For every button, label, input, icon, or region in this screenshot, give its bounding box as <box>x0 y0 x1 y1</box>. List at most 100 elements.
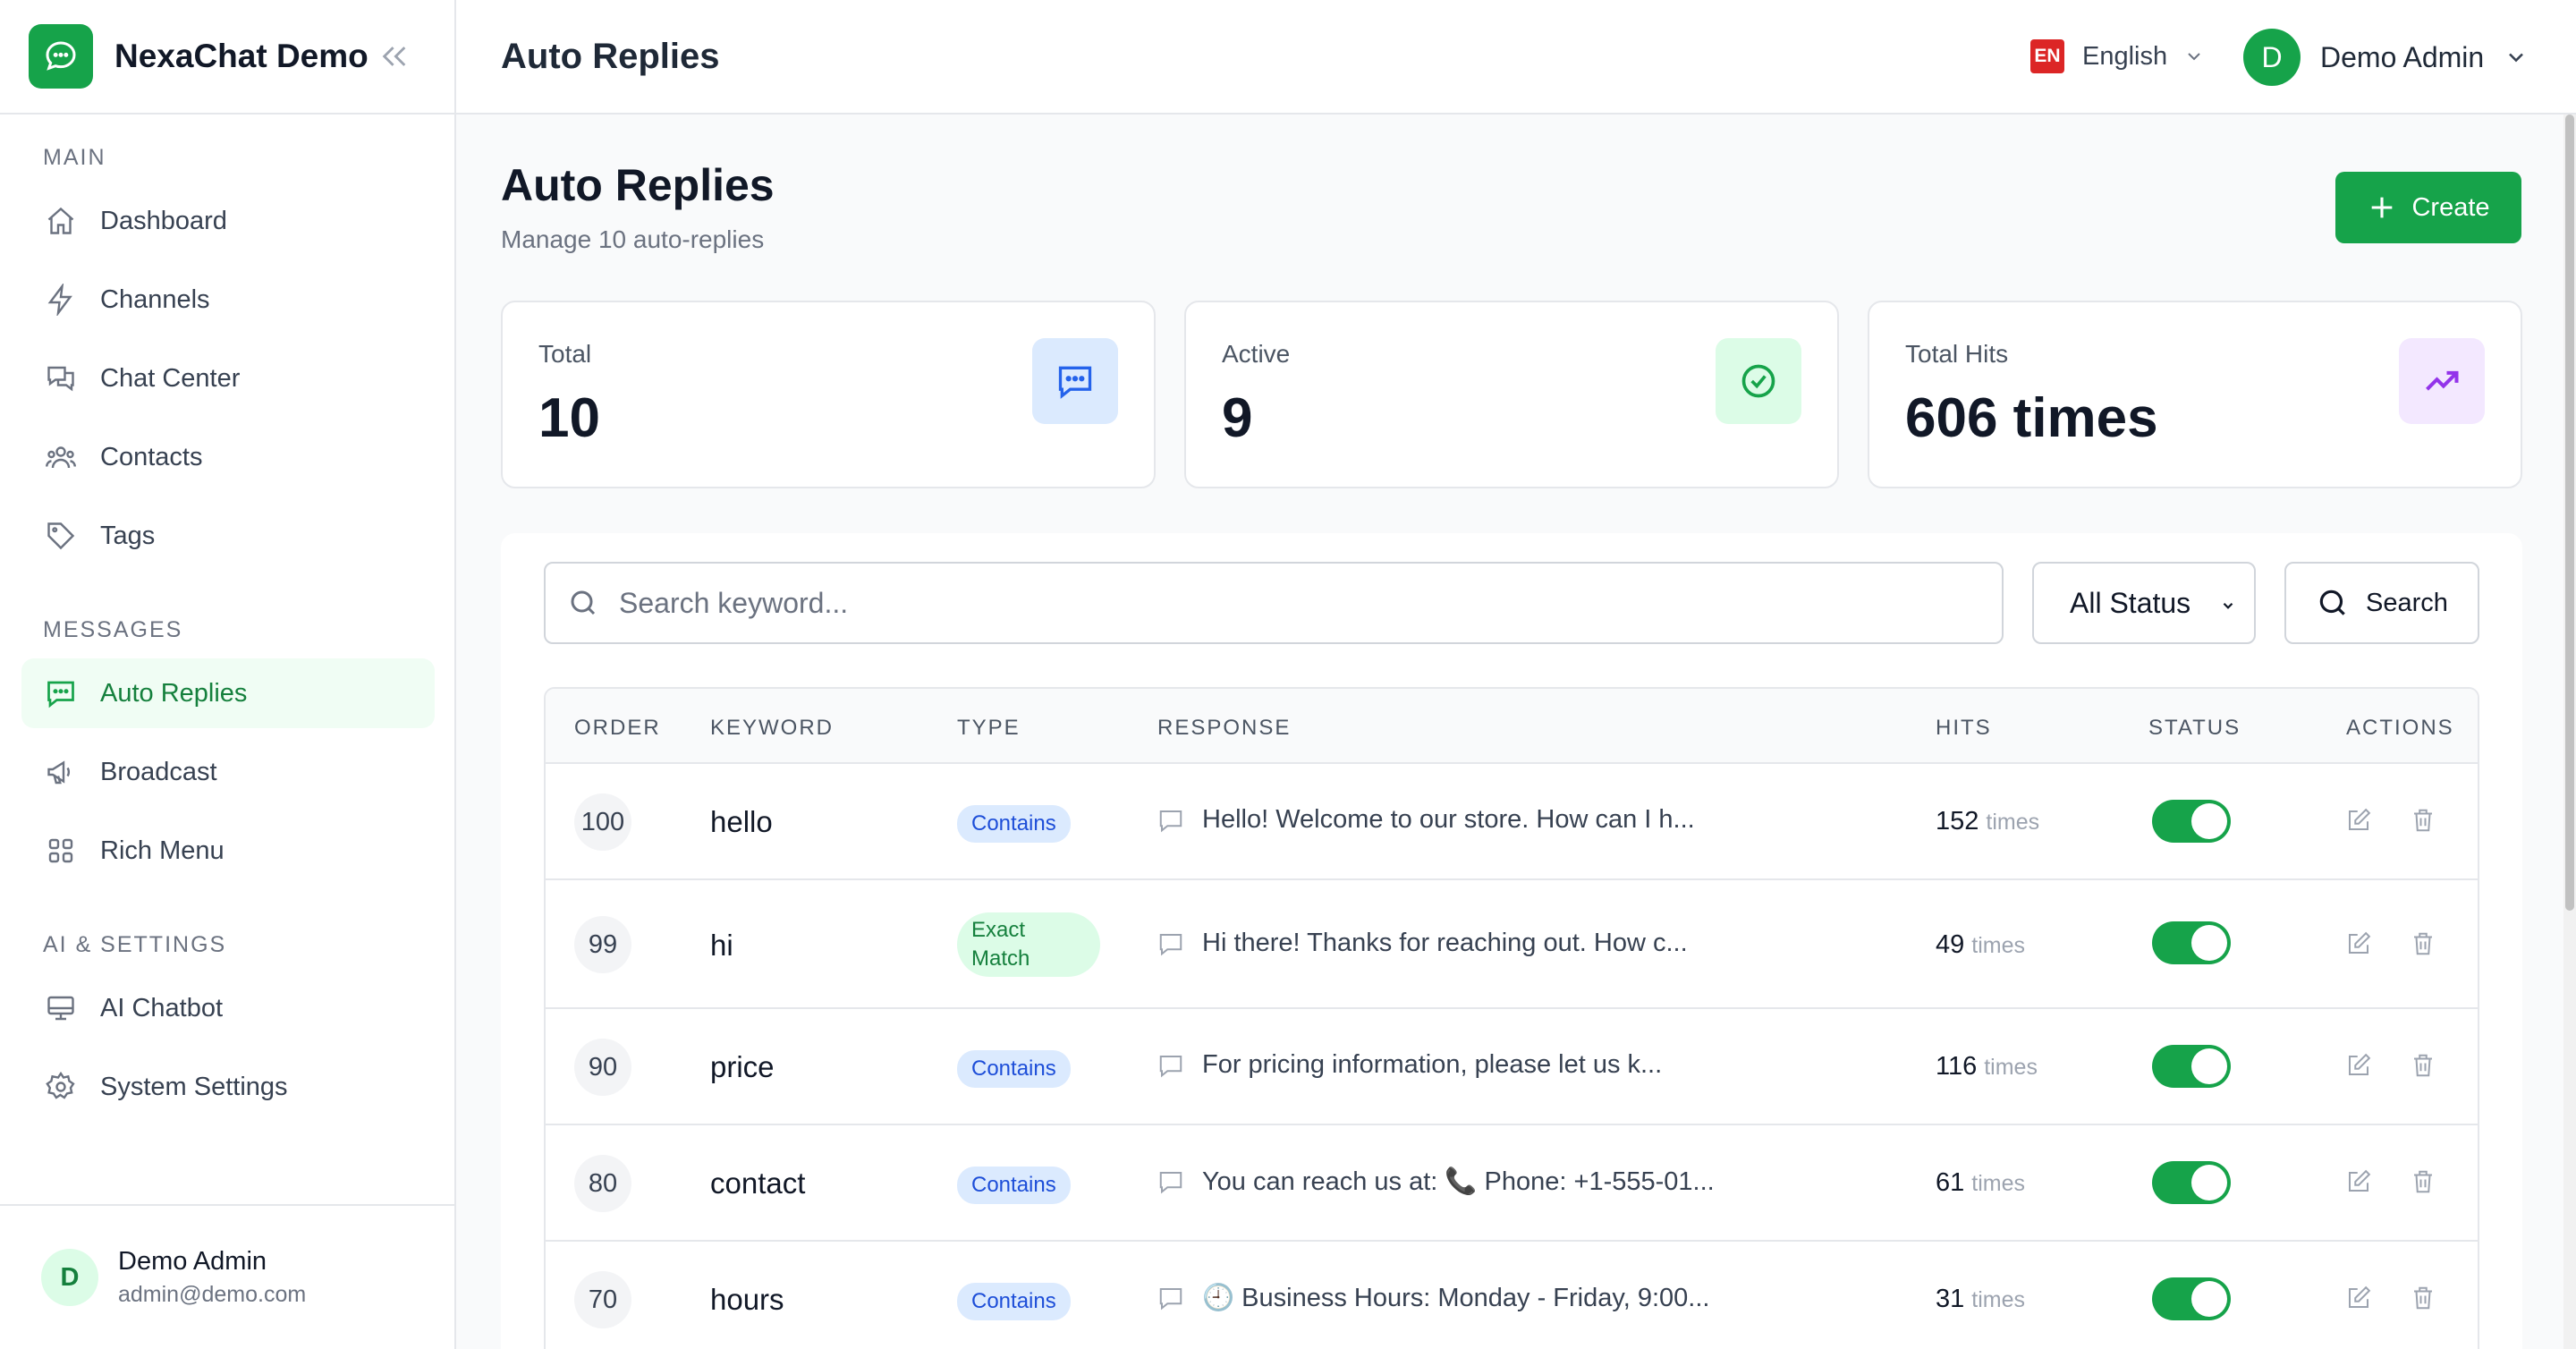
order-badge: 100 <box>574 793 631 851</box>
message-icon <box>1157 807 1184 834</box>
edit-icon[interactable] <box>2345 930 2372 957</box>
status-toggle[interactable] <box>2152 800 2231 843</box>
top-header: Auto Replies EN English D Demo Admin <box>456 0 2576 115</box>
sidebar-item-label: Rich Menu <box>100 836 225 865</box>
sidebar: NexaChat Demo MAIN Dashboard Channels Ch… <box>0 0 456 1349</box>
edit-icon[interactable] <box>2345 1052 2372 1079</box>
status-filter-select[interactable]: All Status <box>2032 562 2256 644</box>
trash-icon[interactable] <box>2410 930 2436 957</box>
sidebar-item-label: System Settings <box>100 1072 288 1101</box>
sidebar-item-contacts[interactable]: Contacts <box>21 422 435 492</box>
hits-unit: times <box>1971 1171 2025 1196</box>
status-toggle[interactable] <box>2152 1045 2231 1088</box>
trending-up-icon <box>2399 338 2485 424</box>
collapse-sidebar-icon[interactable] <box>379 41 410 72</box>
sidebar-item-broadcast[interactable]: Broadcast <box>21 737 435 807</box>
order-badge: 99 <box>574 916 631 973</box>
message-icon <box>1157 1052 1184 1079</box>
stat-card-total: Total 10 <box>501 301 1156 488</box>
stat-value: 606 times <box>1905 387 2158 449</box>
trash-icon[interactable] <box>2410 807 2436 834</box>
sidebar-item-channels[interactable]: Channels <box>21 265 435 335</box>
trash-icon[interactable] <box>2410 1285 2436 1311</box>
gear-icon <box>43 1069 79 1105</box>
search-button-label: Search <box>2366 588 2448 617</box>
search-icon <box>2316 586 2350 620</box>
edit-icon[interactable] <box>2345 1168 2372 1195</box>
column-header-order[interactable]: ORDER <box>574 716 661 741</box>
column-header-type[interactable]: TYPE <box>957 716 1021 741</box>
sidebar-item-label: Auto Replies <box>100 678 248 708</box>
sidebar-item-system-settings[interactable]: System Settings <box>21 1052 435 1122</box>
create-button[interactable]: Create <box>2335 172 2521 243</box>
type-badge: Contains <box>957 805 1071 843</box>
sidebar-item-label: Broadcast <box>100 757 217 786</box>
keyword: hours <box>710 1283 784 1316</box>
search-button[interactable]: Search <box>2284 562 2479 644</box>
monitor-icon <box>43 990 79 1026</box>
edit-icon[interactable] <box>2345 1285 2372 1311</box>
hits-value: 152 <box>1936 807 1979 836</box>
chevron-down-icon <box>2220 598 2236 614</box>
chevron-down-icon <box>2183 46 2205 67</box>
edit-icon[interactable] <box>2345 807 2372 834</box>
status-toggle[interactable] <box>2152 1161 2231 1204</box>
app-name: NexaChat Demo <box>114 38 369 74</box>
sidebar-item-rich-menu[interactable]: Rich Menu <box>21 816 435 886</box>
response-preview: 🕘 Business Hours: Monday - Friday, 9:00.… <box>1157 1283 1709 1313</box>
hits-count: 116 times <box>1936 1052 2038 1082</box>
language-flag-icon: EN <box>2030 39 2064 73</box>
user-meta: Demo Admin admin@demo.com <box>118 1247 306 1308</box>
type-badge: Contains <box>957 1050 1071 1088</box>
status-filter-value: All Status <box>2070 586 2191 619</box>
auto-replies-table: ORDER KEYWORD TYPE RESPONSE HITS STATUS … <box>544 687 2479 1349</box>
status-toggle[interactable] <box>2152 921 2231 964</box>
user-menu[interactable]: D Demo Admin <box>2243 29 2529 86</box>
search-placeholder: Search keyword... <box>619 586 849 619</box>
response-preview: You can reach us at: 📞 Phone: +1-555-01.… <box>1157 1167 1715 1197</box>
hits-count: 49 times <box>1936 930 2025 960</box>
sidebar-item-ai-chatbot[interactable]: AI Chatbot <box>21 973 435 1043</box>
sidebar-item-chat-center[interactable]: Chat Center <box>21 344 435 413</box>
column-header-keyword[interactable]: KEYWORD <box>710 716 834 741</box>
avatar: D <box>2243 29 2301 86</box>
response-preview: For pricing information, please let us k… <box>1157 1050 1662 1080</box>
sidebar-item-label: Dashboard <box>100 206 227 235</box>
sidebar-item-dashboard[interactable]: Dashboard <box>21 186 435 256</box>
hits-unit: times <box>1986 810 2040 835</box>
create-button-label: Create <box>2411 192 2490 222</box>
response-text: For pricing information, please let us k… <box>1202 1050 1663 1079</box>
table-row: 70 hours Contains 🕘 Business Hours: Mond… <box>546 1242 2478 1349</box>
order-badge: 70 <box>574 1271 631 1328</box>
user-email: admin@demo.com <box>118 1282 307 1307</box>
search-input[interactable]: Search keyword... <box>544 562 2004 644</box>
scrollbar-thumb[interactable] <box>2565 115 2574 911</box>
language-label: English <box>2082 41 2168 71</box>
trash-icon[interactable] <box>2410 1052 2436 1079</box>
page-scrollbar[interactable] <box>2563 115 2576 1349</box>
stat-value: 10 <box>538 387 600 449</box>
sidebar-user-card[interactable]: D Demo Admin admin@demo.com <box>0 1204 454 1349</box>
table-row: 99 hi Exact Match Hi there! Thanks for r… <box>546 880 2478 1009</box>
tag-icon <box>43 518 79 554</box>
user-name: Demo Admin <box>118 1247 267 1276</box>
response-text: Hello! Welcome to our store. How can I h… <box>1202 805 1695 834</box>
column-header-hits[interactable]: HITS <box>1936 716 1992 741</box>
hits-count: 61 times <box>1936 1168 2025 1198</box>
table-row: 80 contact Contains You can reach us at:… <box>546 1125 2478 1242</box>
status-toggle[interactable] <box>2152 1277 2231 1320</box>
trash-icon[interactable] <box>2410 1168 2436 1195</box>
sidebar-item-auto-replies[interactable]: Auto Replies <box>21 658 435 728</box>
column-header-response[interactable]: RESPONSE <box>1157 716 1291 741</box>
order-badge: 90 <box>574 1039 631 1096</box>
type-badge: Exact Match <box>957 912 1100 977</box>
order-badge: 80 <box>574 1155 631 1212</box>
type-badge: Contains <box>957 1283 1071 1320</box>
avatar: D <box>41 1249 98 1306</box>
sidebar-item-tags[interactable]: Tags <box>21 501 435 571</box>
column-header-status[interactable]: STATUS <box>2148 716 2241 741</box>
language-selector[interactable]: EN English <box>2030 39 2205 73</box>
app-logo-icon <box>29 24 93 89</box>
sidebar-item-label: Chat Center <box>100 363 241 393</box>
response-text: You can reach us at: 📞 Phone: +1-555-01.… <box>1202 1167 1715 1196</box>
